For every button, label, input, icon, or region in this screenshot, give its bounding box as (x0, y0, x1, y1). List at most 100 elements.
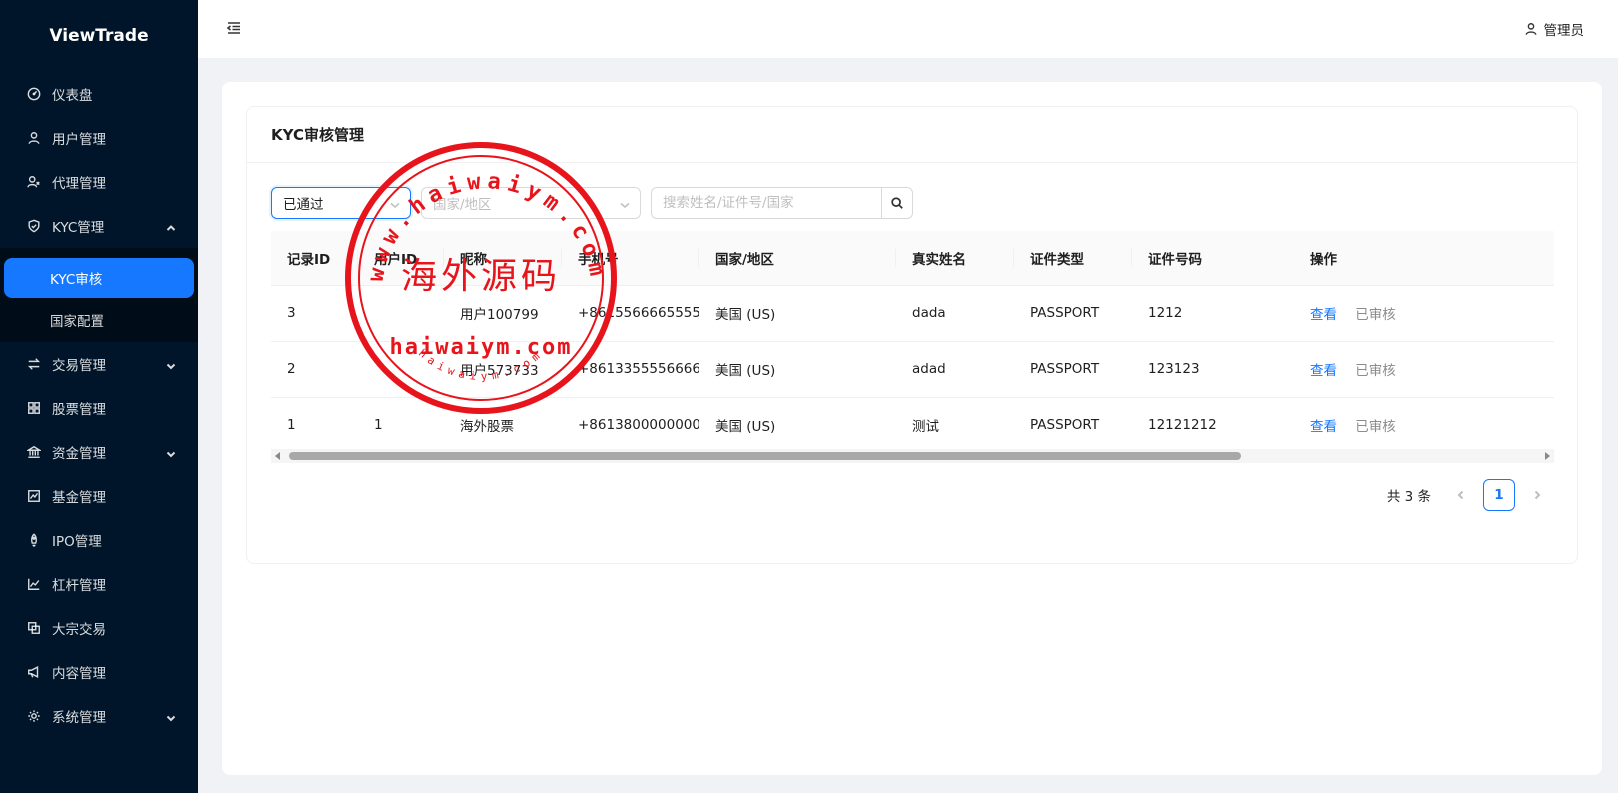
page-1-button[interactable]: 1 (1483, 479, 1515, 511)
sidebar-item-label: 股票管理 (52, 402, 106, 418)
sidebar-item-label: 资金管理 (52, 446, 106, 462)
cell-doc-no: 123123 (1132, 341, 1294, 398)
sidebar-item-label: IPO管理 (52, 534, 102, 550)
sidebar-item-fund[interactable]: 基金管理 (0, 474, 198, 518)
submenu-spacer (0, 248, 198, 258)
prev-page-button[interactable] (1445, 479, 1477, 511)
column-header: 手机号 (562, 231, 699, 286)
main-content: KYC审核管理 已通过 国家/地区 搜索姓名/证件号/国家 记录ID 用户ID … (222, 82, 1602, 775)
line-chart-icon (26, 576, 42, 592)
exchange-icon (26, 356, 42, 372)
sidebar-item-kyc-review[interactable]: KYC审核 (4, 258, 194, 298)
sidebar-item-funds-mgmt[interactable]: 资金管理 (0, 430, 198, 474)
rocket-icon (26, 532, 42, 548)
cell-country: 美国 (US) (699, 285, 896, 342)
app-logo[interactable]: ViewTrade (0, 0, 198, 72)
scrollbar-thumb[interactable] (289, 452, 1241, 460)
search-icon (891, 197, 903, 209)
column-header: 真实姓名 (896, 231, 1014, 286)
sidebar-item-country-config[interactable]: 国家配置 (0, 298, 198, 342)
column-header: 昵称 (444, 231, 562, 286)
region-select[interactable]: 国家/地区 (421, 187, 641, 219)
filter-bar: 已通过 国家/地区 (271, 187, 913, 219)
scroll-right-icon[interactable] (1545, 452, 1550, 460)
sidebar-item-users[interactable]: 用户管理 (0, 116, 198, 160)
horizontal-scrollbar[interactable] (271, 449, 1554, 463)
cell-doc-type: PASSPORT (1014, 285, 1132, 342)
cell-record-id: 2 (271, 341, 358, 398)
table-row: 1 1 海外股票 +8613800000000 美国 (US) 测试 PASSP… (271, 397, 1554, 454)
table-row: 3 用户100799 +8615566665555 美国 (US) dada P… (271, 285, 1554, 342)
scroll-left-icon[interactable] (275, 452, 280, 460)
sidebar-item-label: 内容管理 (52, 666, 106, 682)
sidebar-item-dashboard[interactable]: 仪表盘 (0, 72, 198, 116)
cell-real-name: dada (896, 285, 1014, 342)
user-icon (26, 130, 42, 146)
menu-fold-icon[interactable] (226, 20, 244, 38)
sidebar-item-label: KYC管理 (52, 220, 105, 236)
view-link[interactable]: 查看 (1310, 363, 1337, 379)
dashboard-icon (26, 86, 42, 102)
chevron-down-icon (166, 359, 176, 370)
view-link[interactable]: 查看 (1310, 419, 1337, 435)
cell-user-id (358, 341, 444, 398)
reviewed-status: 已审核 (1355, 363, 1396, 379)
block-icon (26, 620, 42, 636)
sidebar-item-trading[interactable]: 交易管理 (0, 342, 198, 386)
sidebar-item-stocks[interactable]: 股票管理 (0, 386, 198, 430)
sidebar-item-leverage[interactable]: 杠杆管理 (0, 562, 198, 606)
search-input[interactable] (651, 187, 881, 219)
sidebar-item-label: 用户管理 (52, 132, 106, 148)
cell-country: 美国 (US) (699, 397, 896, 454)
cell-phone: +8613800000000 (562, 397, 699, 454)
cell-user-id (358, 285, 444, 342)
cell-actions: 查看 已审核 (1294, 285, 1554, 342)
reviewed-status: 已审核 (1355, 307, 1396, 323)
cell-record-id: 1 (271, 397, 358, 454)
shield-check-icon (26, 218, 42, 234)
column-header: 操作 (1294, 231, 1554, 286)
view-link[interactable]: 查看 (1310, 307, 1337, 323)
table-header-row: 记录ID 用户ID 昵称 手机号 国家/地区 真实姓名 证件类型 证件号码 操作 (271, 231, 1554, 286)
user-name: 管理员 (1543, 23, 1585, 39)
chevron-down-icon (390, 198, 400, 208)
cell-nickname: 用户100799 (444, 285, 562, 342)
notification-icon (26, 664, 42, 680)
grid-icon (26, 400, 42, 416)
search-button[interactable] (881, 187, 913, 219)
cell-doc-type: PASSPORT (1014, 397, 1132, 454)
sidebar-item-content[interactable]: 内容管理 (0, 650, 198, 694)
sidebar-item-ipo[interactable]: IPO管理 (0, 518, 198, 562)
agent-icon (26, 174, 42, 190)
sidebar-item-label: 系统管理 (52, 710, 106, 726)
user-menu[interactable]: 管理员 (1524, 19, 1585, 39)
sidebar-item-label: 交易管理 (52, 358, 106, 374)
kyc-table-grid: 记录ID 用户ID 昵称 手机号 国家/地区 真实姓名 证件类型 证件号码 操作… (271, 231, 1554, 454)
bank-icon (26, 444, 42, 460)
sidebar-item-label: 杠杆管理 (52, 578, 106, 594)
user-icon (1524, 23, 1537, 35)
column-header: 国家/地区 (699, 231, 896, 286)
reviewed-status: 已审核 (1355, 419, 1396, 435)
page-title: KYC审核管理 (247, 107, 1577, 163)
column-header: 证件号码 (1132, 231, 1294, 286)
sidebar: ViewTrade 仪表盘 用户管理 代理管理 KYC管理 KYC审核 国家配置… (0, 0, 198, 793)
cell-real-name: 测试 (896, 397, 1014, 454)
sidebar-item-system[interactable]: 系统管理 (0, 694, 198, 738)
sidebar-item-label: 代理管理 (52, 176, 106, 192)
kyc-table: 记录ID 用户ID 昵称 手机号 国家/地区 真实姓名 证件类型 证件号码 操作… (271, 231, 1554, 454)
sidebar-item-block-trade[interactable]: 大宗交易 (0, 606, 198, 650)
cell-doc-no: 1212 (1132, 285, 1294, 342)
status-select[interactable]: 已通过 (271, 187, 411, 219)
region-select-placeholder: 国家/地区 (433, 197, 492, 213)
cell-real-name: adad (896, 341, 1014, 398)
sidebar-item-agents[interactable]: 代理管理 (0, 160, 198, 204)
column-header: 用户ID (358, 231, 444, 286)
sidebar-item-label: 大宗交易 (52, 622, 106, 638)
cell-doc-type: PASSPORT (1014, 341, 1132, 398)
sidebar-item-kyc[interactable]: KYC管理 (0, 204, 198, 248)
cell-phone: +8613355556666 (562, 341, 699, 398)
cell-actions: 查看 已审核 (1294, 397, 1554, 454)
next-page-button[interactable] (1521, 479, 1553, 511)
top-header: 管理员 (198, 0, 1618, 58)
